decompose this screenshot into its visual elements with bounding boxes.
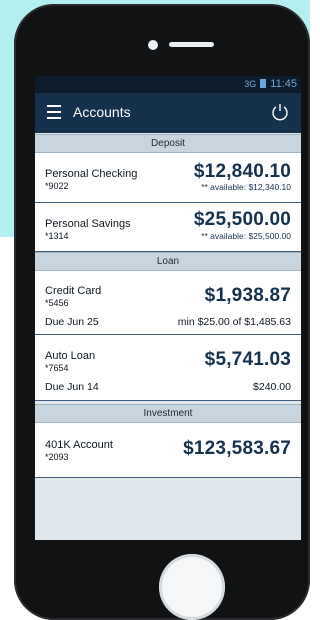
account-balance: $12,840.10 <box>193 161 291 182</box>
account-row-savings[interactable]: Personal Savings *1314 $25,500.00 ** ava… <box>35 203 301 252</box>
battery-icon <box>260 79 267 88</box>
minimum-payment: min $25.00 of $1,485.63 <box>177 316 291 328</box>
signal-icon: 3G <box>244 79 257 89</box>
account-number: *2093 <box>45 452 69 462</box>
section-header-loan: Loan <box>35 252 301 271</box>
account-name: 401K Account <box>45 439 113 451</box>
status-bar: 3G 11:45 <box>35 76 301 93</box>
account-number: *5456 <box>45 298 69 308</box>
empty-list-area <box>35 478 301 540</box>
phone-screen: 3G 11:45 Accounts Deposit Personal Checki… <box>35 76 301 540</box>
account-balance: $25,500.00 <box>193 209 291 230</box>
status-time: 11:45 <box>270 78 297 90</box>
due-date: Due Jun 14 <box>45 381 99 393</box>
account-name: Auto Loan <box>45 350 96 362</box>
account-balance: $123,583.67 <box>183 438 291 459</box>
account-name: Credit Card <box>45 285 102 297</box>
hamburger-menu-icon[interactable] <box>47 105 61 119</box>
section-header-investment: Investment <box>35 404 301 423</box>
payment-amount: $240.00 <box>253 381 291 393</box>
account-balance: $1,938.87 <box>204 285 291 306</box>
account-name: Personal Savings <box>45 218 131 230</box>
account-row-credit-card[interactable]: Credit Card *5456 $1,938.87 Due Jun 25 m… <box>35 271 301 335</box>
section-header-deposit: Deposit <box>35 134 301 153</box>
app-bar: Accounts <box>35 93 301 133</box>
available-balance: ** available: $12,340.10 <box>201 182 291 192</box>
account-row-checking[interactable]: Personal Checking *9022 $12,840.10 ** av… <box>35 153 301 203</box>
account-name: Personal Checking <box>45 168 138 180</box>
due-date: Due Jun 25 <box>45 316 99 328</box>
account-number: *7654 <box>45 363 69 373</box>
available-balance: ** available: $25,500.00 <box>201 231 291 241</box>
account-number: *9022 <box>45 181 69 191</box>
account-row-auto-loan[interactable]: Auto Loan *7654 $5,741.03 Due Jun 14 $24… <box>35 335 301 401</box>
account-balance: $5,741.03 <box>204 349 291 370</box>
home-button[interactable] <box>159 554 225 620</box>
speaker-grille <box>169 42 214 47</box>
account-row-401k[interactable]: 401K Account *2093 $123,583.67 <box>35 423 301 478</box>
camera-icon <box>148 40 158 50</box>
power-icon[interactable] <box>269 101 291 123</box>
page-title: Accounts <box>73 104 131 120</box>
account-number: *1314 <box>45 231 69 241</box>
